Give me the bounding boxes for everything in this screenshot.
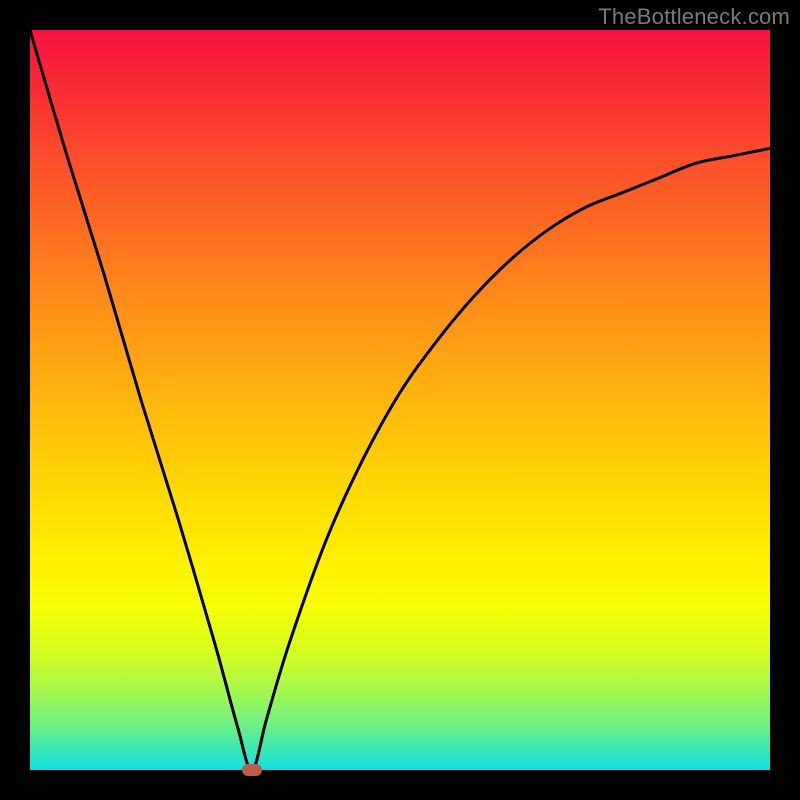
watermark-text: TheBottleneck.com [598,4,790,30]
bottleneck-curve [30,30,770,770]
chart-frame: TheBottleneck.com [0,0,800,800]
curve-svg [30,30,770,770]
plot-area [30,30,770,770]
minimum-marker [242,764,262,776]
